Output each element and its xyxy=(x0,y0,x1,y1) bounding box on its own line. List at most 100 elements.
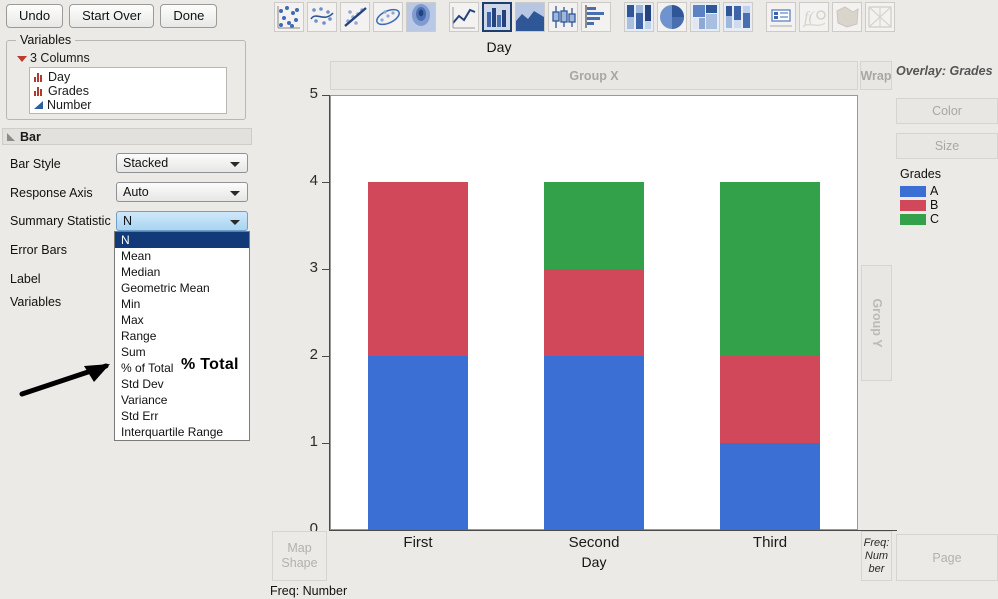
legend-item-b[interactable]: B xyxy=(900,198,996,212)
y-tick-label: 3 xyxy=(296,259,318,276)
bar-segment-third-a[interactable] xyxy=(720,443,820,530)
bar-column-icon xyxy=(34,86,44,96)
size-dropzone[interactable]: Size xyxy=(896,133,998,159)
menu-item-variance[interactable]: Variance xyxy=(115,392,249,408)
variable-item-grades[interactable]: Grades xyxy=(34,84,226,98)
menu-item-n[interactable]: N xyxy=(115,232,249,248)
stacked-bar-icon[interactable] xyxy=(624,2,654,32)
pie-chart-icon[interactable] xyxy=(690,2,720,32)
map-shape-line1: Map xyxy=(287,541,311,556)
histogram-icon[interactable] xyxy=(581,2,611,32)
bar-segment-third-b[interactable] xyxy=(720,356,820,443)
y-tick-mark xyxy=(322,443,329,444)
variable-label: Day xyxy=(48,70,70,84)
menu-item-max[interactable]: Max xyxy=(115,312,249,328)
map-shape-dropzone[interactable]: Map Shape xyxy=(272,531,327,581)
ellipse-icon[interactable] xyxy=(373,2,403,32)
variables-list[interactable]: Day Grades Number xyxy=(29,67,227,114)
x-axis-line xyxy=(329,530,897,531)
bar-segment-third-c[interactable] xyxy=(720,182,820,356)
legend-item-c[interactable]: C xyxy=(900,212,996,226)
legend: Grades A B C xyxy=(900,167,996,226)
overlay-grades-label: Overlay: Grades xyxy=(896,64,998,78)
wrap-dropzone[interactable]: Wrap xyxy=(860,61,892,90)
formula-icon[interactable]: f( xyxy=(799,2,829,32)
response-axis-select[interactable]: Auto xyxy=(116,182,248,202)
undo-button[interactable]: Undo xyxy=(6,4,63,28)
menu-item-range[interactable]: Range xyxy=(115,328,249,344)
legend-icon[interactable] xyxy=(766,2,796,32)
group-x-dropzone[interactable]: Group X xyxy=(330,61,858,90)
bar-segment-first-a[interactable] xyxy=(368,356,468,530)
menu-item-percent-of-total[interactable]: % of Total % Total xyxy=(115,360,249,376)
summary-statistic-value: N xyxy=(123,214,132,228)
y-tick-label: 1 xyxy=(296,433,318,450)
area-chart-icon[interactable] xyxy=(515,2,545,32)
done-button[interactable]: Done xyxy=(160,4,217,28)
menu-item-percent-of-total-label: % of Total xyxy=(121,361,173,375)
menu-item-interquartile-range[interactable]: Interquartile Range xyxy=(115,424,249,440)
bar-style-select[interactable]: Stacked xyxy=(116,153,248,173)
legend-label-b: B xyxy=(930,198,938,212)
chevron-down-icon[interactable] xyxy=(230,162,240,167)
menu-item-mean[interactable]: Mean xyxy=(115,248,249,264)
bar-section-header[interactable]: Bar xyxy=(2,128,252,145)
scatterplot-icon[interactable] xyxy=(274,2,304,32)
map-shape-icon[interactable] xyxy=(832,2,862,32)
x-category-label: Third xyxy=(682,534,858,551)
bar-section-title: Bar xyxy=(20,130,41,144)
menu-item-median[interactable]: Median xyxy=(115,264,249,280)
summary-statistic-select[interactable]: N xyxy=(116,211,248,231)
continuous-column-icon xyxy=(34,101,43,109)
color-dropzone[interactable]: Color xyxy=(896,98,998,124)
x-category-label: First xyxy=(330,534,506,551)
chevron-down-icon[interactable] xyxy=(230,191,240,196)
group-y-label: Group Y xyxy=(870,298,884,347)
y-tick-mark xyxy=(322,356,329,357)
legend-swatch-b xyxy=(900,200,926,211)
menu-item-std-dev[interactable]: Std Dev xyxy=(115,376,249,392)
treemap-icon[interactable] xyxy=(723,2,753,32)
bar-segment-second-c[interactable] xyxy=(544,182,644,269)
x-axis-title: Day xyxy=(330,554,858,570)
collapse-triangle-icon[interactable] xyxy=(7,133,15,141)
freq-line3: ber xyxy=(869,563,885,576)
freq-number-band[interactable]: Freq: Num ber xyxy=(861,531,892,581)
menu-item-min[interactable]: Min xyxy=(115,296,249,312)
x-category-label: Second xyxy=(506,534,682,551)
start-over-button[interactable]: Start Over xyxy=(69,4,154,28)
heatmap-icon[interactable] xyxy=(406,2,436,32)
error-bars-label: Error Bars xyxy=(10,243,67,257)
line-of-fit-icon[interactable] xyxy=(340,2,370,32)
menu-item-geometric-mean[interactable]: Geometric Mean xyxy=(115,280,249,296)
bar-segment-second-b[interactable] xyxy=(544,269,644,356)
bar-segment-second-a[interactable] xyxy=(544,356,644,530)
box-plot-icon[interactable] xyxy=(548,2,578,32)
map-shape-line2: Shape xyxy=(281,556,317,571)
contour-smoother-icon[interactable] xyxy=(307,2,337,32)
legend-swatch-c xyxy=(900,214,926,225)
line-chart-icon[interactable] xyxy=(449,2,479,32)
graph-type-toolbar: f( xyxy=(274,2,898,32)
percent-total-callout: % Total xyxy=(181,357,239,373)
variable-item-day[interactable]: Day xyxy=(34,70,226,84)
mosaic-plot-icon[interactable] xyxy=(657,2,687,32)
bar-chart-icon[interactable] xyxy=(482,2,512,32)
page-dropzone[interactable]: Page xyxy=(896,534,998,581)
response-axis-value: Auto xyxy=(123,185,149,199)
chevron-down-icon[interactable] xyxy=(230,220,240,225)
freq-line2: Num xyxy=(865,550,888,563)
y-tick-label: 2 xyxy=(296,346,318,363)
summary-statistic-label: Summary Statistic xyxy=(10,214,111,228)
group-y-dropzone[interactable]: Group Y xyxy=(861,265,892,381)
legend-item-a[interactable]: A xyxy=(900,184,996,198)
disclosure-triangle-icon[interactable] xyxy=(17,56,27,62)
summary-statistic-dropdown-menu[interactable]: N Mean Median Geometric Mean Min Max Ran… xyxy=(114,231,250,441)
response-axis-label: Response Axis xyxy=(10,186,93,200)
label-label: Label xyxy=(10,272,41,286)
variable-item-number[interactable]: Number xyxy=(34,98,226,112)
parallel-plot-icon[interactable] xyxy=(865,2,895,32)
menu-item-std-err[interactable]: Std Err xyxy=(115,408,249,424)
bar-segment-first-b[interactable] xyxy=(368,182,468,356)
freq-line1: Freq: xyxy=(864,537,890,550)
